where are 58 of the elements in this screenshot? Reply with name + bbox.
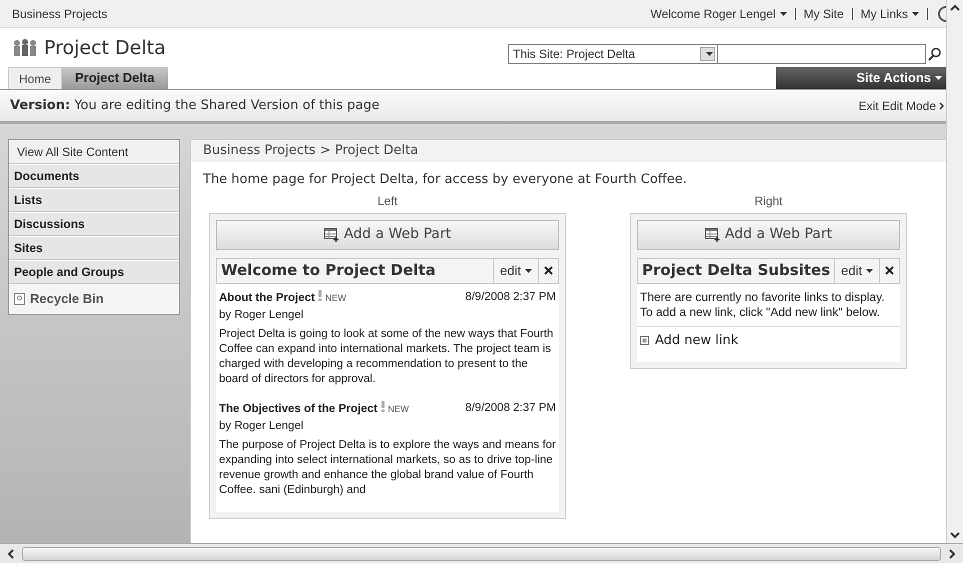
add-link-icon xyxy=(640,336,649,344)
version-text: Version: You are editing the Shared Version of this page xyxy=(10,96,380,115)
caret-icon xyxy=(866,268,874,272)
author-text: by Roger Lengel xyxy=(219,418,304,434)
add-web-part-button[interactable]: Add a Web Part xyxy=(216,220,559,250)
post-date: 8/9/2008 2:37 PM xyxy=(465,290,556,304)
add-link[interactable]: Add new link xyxy=(655,332,738,348)
announcement-body: The purpose of Project Delta is to explore the ways and means for expanding into select international markets, so as to drive top-line revenue growth and enhance the global brand value of Fourth Coffee. sani (Edinburgh) and xyxy=(219,438,556,498)
quick-launch-item[interactable]: People and Groups xyxy=(9,260,179,284)
people-icon xyxy=(12,38,38,58)
search-scope-dropdown[interactable]: This Site: Project Delta xyxy=(508,44,718,64)
search-icon[interactable] xyxy=(928,47,942,61)
recycle-bin-icon xyxy=(14,293,25,305)
horizontal-scrollbar[interactable] xyxy=(0,543,963,563)
zone-label: Right xyxy=(753,192,784,210)
quick-launch-item[interactable]: View All Site Content xyxy=(9,140,179,164)
announcement-body: Project Delta is going to look at some of the new ways that Fourth Coffee can expand into international markets. The project team is charged with developing a recommendation to present to the board of directors for approval. xyxy=(219,326,554,386)
zone-label: Left xyxy=(376,192,398,210)
chevron-right-icon xyxy=(939,102,944,110)
quick-launch-item[interactable]: Documents xyxy=(9,164,179,188)
site-title[interactable]: Business Projects xyxy=(12,4,108,22)
nav-tab[interactable]: Project Delta xyxy=(62,67,168,89)
web-part-icon xyxy=(704,228,721,242)
web-part-icon xyxy=(324,228,340,242)
caret-icon xyxy=(780,12,787,16)
announcement-title[interactable]: The Objectives of the Project xyxy=(219,402,378,414)
site-name: Project Delta xyxy=(44,36,166,61)
announcement-title[interactable]: About the Project xyxy=(219,292,315,304)
add-web-part-button[interactable]: Add a Web Part xyxy=(637,220,900,250)
search-field[interactable] xyxy=(718,44,926,64)
page-description: The home page for Project Delta, for access by everyone at Fourth Coffee. xyxy=(202,171,688,189)
vertical-scrollbar[interactable] xyxy=(946,0,963,543)
post-date: 8/9/2008 2:37 PM xyxy=(465,400,556,416)
edit-menu-button[interactable]: edit xyxy=(493,258,538,282)
new-label: NEW xyxy=(325,292,346,302)
my-links-menu[interactable]: My Links xyxy=(860,4,919,22)
caret-icon xyxy=(706,52,713,56)
caret-icon xyxy=(525,268,532,272)
edit-menu-button[interactable]: edit xyxy=(834,258,880,282)
empty-message: There are currently no favorite links to display. To add a new link, click "Add new link" below. xyxy=(637,284,900,326)
breadcrumb: Business Projects > Project Delta xyxy=(191,140,946,162)
caret-icon xyxy=(935,76,942,80)
my-site-link[interactable]: My Site xyxy=(804,4,844,22)
site-actions-button[interactable]: Site Actions xyxy=(776,67,946,89)
exclamation-icon xyxy=(318,290,322,300)
quick-launch-item[interactable]: Recycle Bin xyxy=(9,284,179,314)
exit-edit-mode-link[interactable]: Exit Edit Mode xyxy=(858,96,944,114)
welcome-menu[interactable]: Welcome Roger Lengel xyxy=(650,4,787,22)
quick-launch-item[interactable]: Discussions xyxy=(9,212,179,236)
quick-launch-item[interactable]: Lists xyxy=(9,188,179,212)
new-label: NEW xyxy=(388,404,409,414)
caret-icon xyxy=(912,12,919,16)
nav-tab[interactable]: Home xyxy=(8,67,62,89)
exclamation-icon xyxy=(380,400,385,412)
quick-launch-item[interactable]: Sites xyxy=(9,236,179,260)
author-text: by Roger Lengel xyxy=(219,308,304,322)
web-part-title: Project Delta Subsites xyxy=(641,260,832,282)
web-part-title: Welcome to Project Delta xyxy=(220,260,437,282)
